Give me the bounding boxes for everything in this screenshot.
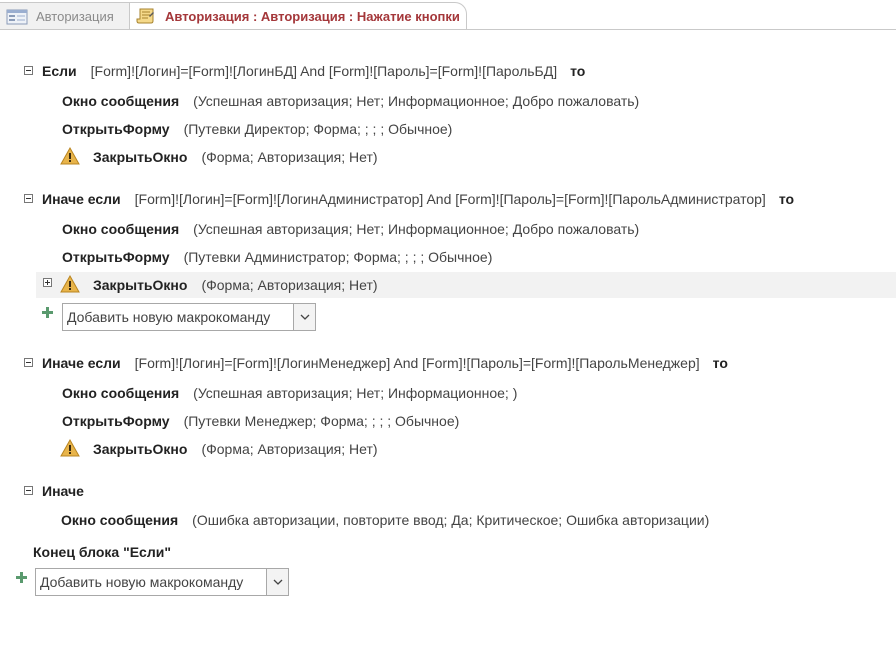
action-name: ОткрытьФорму	[62, 413, 170, 429]
action-name: ОткрытьФорму	[62, 249, 170, 265]
action-name: Окно сообщения	[62, 93, 180, 109]
chevron-down-icon[interactable]	[293, 304, 315, 330]
action-name: Окно сообщения	[61, 512, 179, 528]
if-condition[interactable]: [Form]![Логин]=[Form]![ЛогинБД] And [For…	[91, 63, 557, 79]
add-plus-icon[interactable]	[16, 572, 27, 583]
tab-label: Авторизация : Авторизация : Нажатие кноп…	[165, 8, 460, 24]
end-if-label: Конец блока "Если"	[33, 540, 171, 564]
else-if-header[interactable]: Иначе если [Form]![Логин]=[Form]![ЛогинМ…	[42, 351, 728, 375]
warning-icon	[60, 274, 80, 293]
if-header[interactable]: Если [Form]![Логин]=[Form]![ЛогинБД] And…	[42, 59, 585, 83]
add-action-combobox[interactable]: Добавить новую макрокоманду	[62, 303, 316, 331]
action-args: (Форма; Авторизация; Нет)	[201, 149, 378, 165]
tab-divider	[0, 29, 896, 30]
warning-icon	[60, 146, 80, 165]
tab-authorization-form[interactable]: Авторизация	[0, 2, 130, 30]
action-name: ОткрытьФорму	[62, 121, 170, 137]
macro-action-row[interactable]: ЗакрытьОкно (Форма; Авторизация; Нет)	[93, 273, 378, 297]
action-args: (Успешная авторизация; Нет; Информационн…	[193, 93, 640, 109]
else-keyword: Иначе	[42, 483, 84, 499]
else-if-condition[interactable]: [Form]![Логин]=[Form]![ЛогинАдминистрато…	[135, 191, 766, 207]
macro-action-row[interactable]: Окно сообщения (Ошибка авторизации, повт…	[61, 508, 709, 532]
add-plus-icon[interactable]	[42, 307, 53, 318]
warning-icon	[60, 438, 80, 457]
else-if-keyword: Иначе если	[42, 191, 121, 207]
action-name: ЗакрытьОкно	[93, 149, 188, 165]
macro-action-row[interactable]: Окно сообщения (Успешная авторизация; Не…	[62, 381, 517, 405]
then-keyword: то	[712, 355, 728, 371]
action-args: (Форма; Авторизация; Нет)	[201, 277, 378, 293]
else-header[interactable]: Иначе	[42, 479, 84, 503]
macro-action-row[interactable]: Окно сообщения (Успешная авторизация; Не…	[62, 89, 639, 113]
collapse-toggle-icon[interactable]	[24, 486, 33, 495]
action-name: Окно сообщения	[62, 221, 180, 237]
then-keyword: то	[570, 63, 586, 79]
if-keyword: Если	[42, 63, 77, 79]
collapse-toggle-icon[interactable]	[24, 194, 33, 203]
end-if-keyword: Конец блока "Если"	[33, 544, 171, 560]
macro-action-row[interactable]: ЗакрытьОкно (Форма; Авторизация; Нет)	[93, 437, 378, 461]
tab-label: Авторизация	[36, 9, 114, 24]
document-tab-strip: Авторизация Авторизация : Авторизация : …	[0, 0, 896, 30]
action-args: (Путевки Менеджер; Форма; ; ; ; Обычное)	[183, 413, 460, 429]
form-icon	[6, 9, 28, 25]
tab-macro-button-click[interactable]: Авторизация : Авторизация : Нажатие кноп…	[129, 2, 467, 30]
else-if-header[interactable]: Иначе если [Form]![Логин]=[Form]![ЛогинА…	[42, 187, 794, 211]
action-args: (Ошибка авторизации, повторите ввод; Да;…	[192, 512, 710, 528]
collapse-toggle-icon[interactable]	[24, 358, 33, 367]
macro-action-row[interactable]: ОткрытьФорму (Путевки Менеджер; Форма; ;…	[62, 409, 459, 433]
macro-action-row[interactable]: ОткрытьФорму (Путевки Директор; Форма; ;…	[62, 117, 452, 141]
action-name: ЗакрытьОкно	[93, 277, 188, 293]
macro-scroll-icon	[136, 7, 156, 25]
combobox-text: Добавить новую макрокоманду	[40, 574, 244, 590]
action-args: (Успешная авторизация; Нет; Информационн…	[193, 221, 640, 237]
action-args: (Успешная авторизация; Нет; Информационн…	[193, 385, 518, 401]
action-args: (Путевки Администратор; Форма; ; ; ; Обы…	[183, 249, 493, 265]
chevron-down-icon[interactable]	[266, 569, 288, 595]
macro-action-row[interactable]: Окно сообщения (Успешная авторизация; Не…	[62, 217, 639, 241]
collapse-toggle-icon[interactable]	[24, 66, 33, 75]
action-name: ЗакрытьОкно	[93, 441, 188, 457]
expand-toggle-icon[interactable]	[43, 278, 52, 287]
action-args: (Путевки Директор; Форма; ; ; ; Обычное)	[183, 121, 453, 137]
macro-action-row[interactable]: ОткрытьФорму (Путевки Администратор; Фор…	[62, 245, 492, 269]
else-if-keyword: Иначе если	[42, 355, 121, 371]
combobox-text: Добавить новую макрокоманду	[67, 309, 271, 325]
action-args: (Форма; Авторизация; Нет)	[201, 441, 378, 457]
add-action-combobox[interactable]: Добавить новую макрокоманду	[35, 568, 289, 596]
then-keyword: то	[778, 191, 795, 207]
macro-action-row[interactable]: ЗакрытьОкно (Форма; Авторизация; Нет)	[93, 145, 378, 169]
action-name: Окно сообщения	[62, 385, 180, 401]
else-if-condition[interactable]: [Form]![Логин]=[Form]![ЛогинМенеджер] An…	[135, 355, 700, 371]
